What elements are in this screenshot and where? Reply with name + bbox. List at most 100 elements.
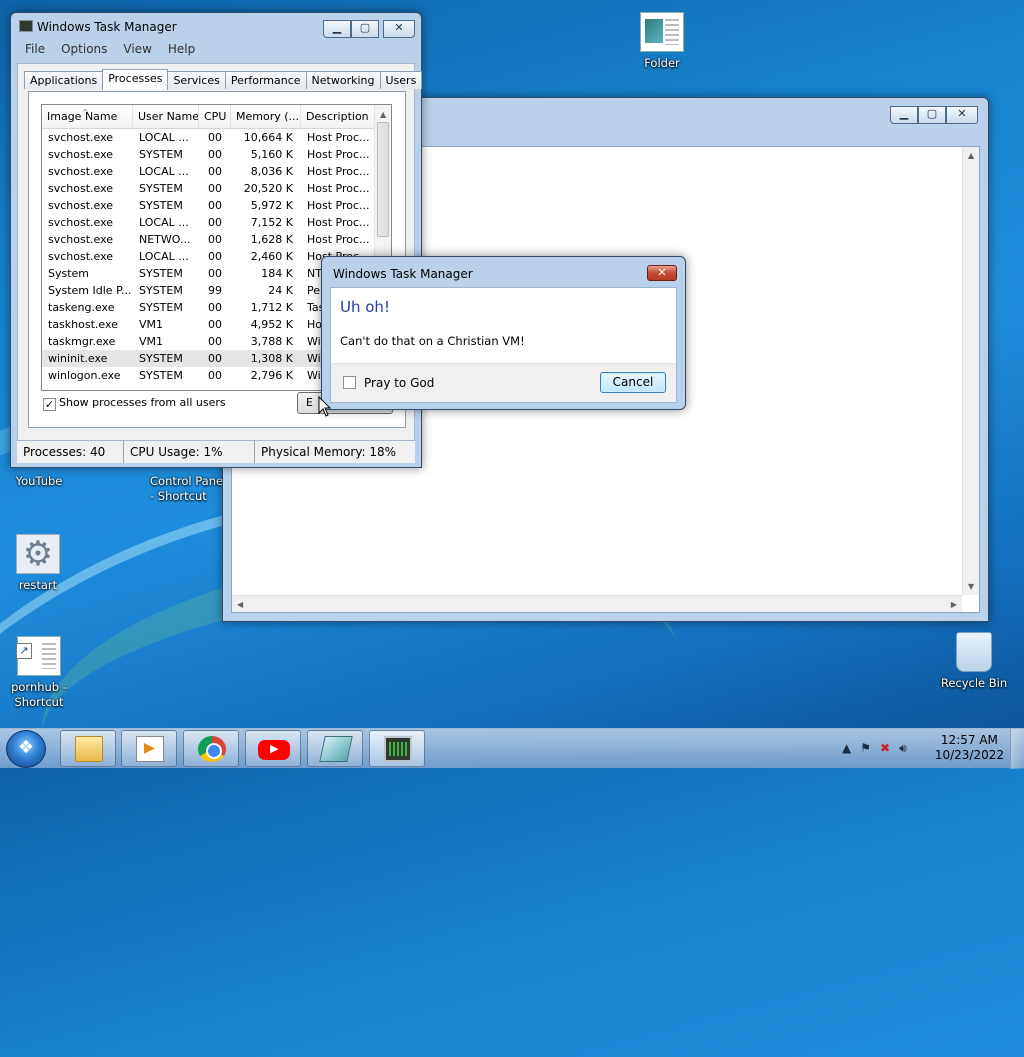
desktop-icon-folder[interactable]: Folder [620,12,704,71]
scroll-up-icon[interactable]: ▲ [380,110,386,119]
row-image-name: svchost.exe [48,148,114,161]
column-image-name[interactable]: ^ Image Name [42,105,133,128]
pray-to-god-option[interactable]: Pray to God [343,376,434,390]
tray-icons: ▲ ⚑ ✖ 🔊︎ [842,741,907,756]
window-title-text: Windows Task Manager [37,20,177,34]
row-memory: 1,712 K [250,301,293,314]
row-image-name: svchost.exe [48,131,114,144]
scroll-right-icon[interactable]: ▶ [951,600,957,609]
row-memory: 7,152 K [250,216,293,229]
menu-view[interactable]: View [115,42,159,56]
volume-icon[interactable]: 🔊︎ [899,741,907,756]
menu-options[interactable]: Options [53,42,115,56]
scroll-down-icon[interactable]: ▼ [968,582,974,591]
row-user-name: VM1 [139,318,164,331]
clock[interactable]: 12:57 AM 10/23/2022 [935,733,1004,763]
tab-networking[interactable]: Networking [305,71,381,89]
desktop-icon-youtube[interactable]: YouTube [0,474,81,489]
row-memory: 20,520 K [243,182,293,195]
row-image-name: wininit.exe [48,352,108,365]
media-player-icon [136,736,164,762]
row-user-name: NETWO... [139,233,191,246]
dialog-footer: Pray to God Cancel [330,363,677,403]
row-memory: 2,460 K [250,250,293,263]
taskbar-notebook-button[interactable] [307,730,363,767]
column-description[interactable]: Description [301,105,377,128]
row-memory: 8,036 K [250,165,293,178]
caption-buttons: ▁ ▢ ✕ [323,20,415,38]
scrollbar-thumb[interactable] [377,122,389,237]
system-tray: ▲ ⚑ ✖ 🔊︎ 12:57 AM 10/23/2022 [834,729,1024,769]
column-cpu[interactable]: CPU [199,105,231,128]
show-all-users-checkbox[interactable]: ✓ [43,398,56,411]
show-all-users-option[interactable]: ✓ Show processes from all users [43,396,226,411]
table-row[interactable]: svchost.exe SYSTEM 00 5,972 K Host Proc... [42,197,391,214]
row-user-name: LOCAL ... [139,216,189,229]
taskbar-media-player-button[interactable] [121,730,177,767]
desktop-icon-restart[interactable]: restart [0,534,80,593]
tab-performance[interactable]: Performance [224,71,307,89]
desktop-icon-pornhub-shortcut[interactable]: pornhub - Shortcut [0,636,82,710]
row-memory: 2,796 K [250,369,293,382]
close-icon[interactable]: ✕ [946,106,978,124]
taskbar-task-manager-button[interactable] [369,730,425,767]
desktop-icon-label: pornhub - Shortcut [11,680,67,709]
table-row[interactable]: svchost.exe SYSTEM 00 5,160 K Host Proc... [42,146,391,163]
close-icon[interactable]: ✕ [383,20,415,38]
row-cpu: 00 [208,250,222,263]
scroll-up-icon[interactable]: ▲ [968,151,974,160]
menu-help[interactable]: Help [160,42,203,56]
desktop-icon-recycle-bin[interactable]: Recycle Bin [932,632,1016,691]
sort-ascending-icon: ^ [82,108,89,117]
show-hidden-icons-icon[interactable]: ▲ [842,741,851,756]
tab-users[interactable]: Users [379,71,423,89]
row-description: Host Proc... [307,165,370,178]
table-row[interactable]: svchost.exe SYSTEM 00 20,520 K Host Proc... [42,180,391,197]
row-user-name: SYSTEM [139,352,183,365]
column-user-name[interactable]: User Name [133,105,199,128]
horizontal-scrollbar[interactable]: ◀ ▶ [232,595,962,612]
tab-applications[interactable]: Applications [24,71,104,89]
maximize-icon[interactable]: ▢ [351,20,379,38]
minimize-icon[interactable]: ▁ [890,106,918,124]
table-row[interactable]: svchost.exe LOCAL ... 00 10,664 K Host Proc.… [42,129,391,146]
vertical-scrollbar[interactable]: ▲ ▼ [962,147,979,595]
row-memory: 10,664 K [243,131,293,144]
row-cpu: 00 [208,233,222,246]
cancel-button[interactable]: Cancel [600,372,666,393]
tab-services[interactable]: Services [167,71,226,89]
row-image-name: svchost.exe [48,182,114,195]
pray-to-god-checkbox[interactable] [343,376,356,389]
row-cpu: 00 [208,335,222,348]
show-desktop-button[interactable] [1010,729,1024,769]
task-manager-icon [19,20,33,32]
close-icon[interactable]: ✕ [647,265,677,281]
row-memory: 1,628 K [250,233,293,246]
table-row[interactable]: svchost.exe LOCAL ... 00 8,036 K Host Proc..… [42,163,391,180]
minimize-icon[interactable]: ▁ [323,20,351,38]
row-user-name: SYSTEM [139,284,183,297]
taskbar-youtube-button[interactable] [245,730,301,767]
start-button[interactable] [6,730,46,768]
menu-file[interactable]: File [17,42,53,56]
desktop-icon-control-panel[interactable]: Control Panel - Shortcut [150,474,230,504]
scroll-left-icon[interactable]: ◀ [237,600,243,609]
error-dialog[interactable]: Windows Task Manager ✕ Uh oh! Can't do t… [321,256,686,410]
folder-icon [640,12,684,52]
column-memory[interactable]: Memory (... [231,105,301,128]
tab-processes[interactable]: Processes [102,69,169,90]
table-row[interactable]: svchost.exe LOCAL ... 00 7,152 K Host Proc..… [42,214,391,231]
maximize-icon[interactable]: ▢ [918,106,946,124]
table-row[interactable]: svchost.exe NETWO... 00 1,628 K Host Proc... [42,231,391,248]
network-error-icon[interactable]: ✖ [880,741,890,756]
row-image-name: svchost.exe [48,165,114,178]
row-cpu: 00 [208,369,222,382]
tab-strip: Applications Processes Services Performa… [24,69,423,90]
row-cpu: 00 [208,267,222,280]
gear-icon [16,534,60,574]
taskbar-chrome-button[interactable] [183,730,239,767]
action-center-icon[interactable]: ⚑ [860,741,871,756]
folder-icon [75,736,103,762]
process-list-header: ^ Image Name User Name CPU Memory (... De… [42,105,391,129]
taskbar-explorer-button[interactable] [60,730,116,767]
